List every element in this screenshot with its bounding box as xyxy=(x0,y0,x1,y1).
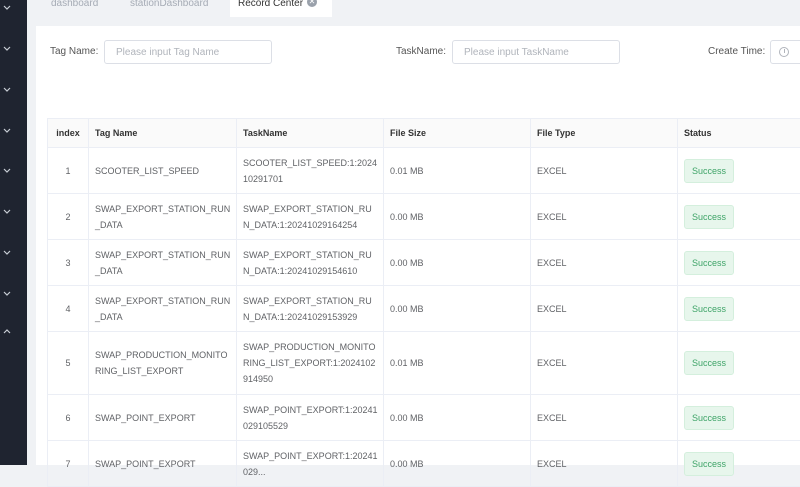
tab-station-dashboard[interactable]: stationDashboard xyxy=(122,0,216,17)
cell-status: Success xyxy=(678,332,800,395)
cell-index: 6 xyxy=(48,395,89,441)
cell-index: 1 xyxy=(48,148,89,194)
cell-file-type: EXCEL xyxy=(531,240,678,286)
task-name-label: TaskName: xyxy=(396,46,446,57)
cell-tag-name: SWAP_EXPORT_STATION_RUN _DATA xyxy=(89,240,237,286)
col-file-type-header: File Type xyxy=(531,119,678,148)
cell-index: 3 xyxy=(48,240,89,286)
cell-tag-name: SWAP_POINT_EXPORT xyxy=(89,395,237,441)
cell-index: 5 xyxy=(48,332,89,395)
cell-file-size: 0.01 MB xyxy=(384,332,531,395)
cell-file-size: 0.00 MB xyxy=(384,395,531,441)
cell-task-name: SWAP_EXPORT_STATION_RU N_DATA:1:20241029… xyxy=(237,194,384,240)
chevron-up-icon[interactable] xyxy=(2,326,12,336)
cell-file-type: EXCEL xyxy=(531,148,678,194)
cell-file-size: 0.00 MB xyxy=(384,441,531,487)
cell-file-type: EXCEL xyxy=(531,194,678,240)
table-row[interactable]: 4SWAP_EXPORT_STATION_RUN _DATASWAP_EXPOR… xyxy=(48,286,800,332)
tab-record-center[interactable]: Record Center ✕ xyxy=(230,0,332,17)
cell-file-size: 0.00 MB xyxy=(384,286,531,332)
status-badge: Success xyxy=(684,406,734,430)
cell-file-type: EXCEL xyxy=(531,332,678,395)
chevron-down-icon[interactable] xyxy=(2,126,12,136)
cell-file-size: 0.00 MB xyxy=(384,240,531,286)
table-row[interactable]: 6SWAP_POINT_EXPORTSWAP_POINT_EXPORT:1:20… xyxy=(48,395,800,441)
chevron-down-icon[interactable] xyxy=(2,85,12,95)
task-name-input[interactable] xyxy=(452,40,620,64)
cell-index: 4 xyxy=(48,286,89,332)
col-tag-name-header: Tag Name xyxy=(89,119,237,148)
cell-task-name: SWAP_POINT_EXPORT:1:20241 029... xyxy=(237,441,384,487)
chevron-down-icon[interactable] xyxy=(2,248,12,258)
cell-status: Success xyxy=(678,441,800,487)
cell-index: 7 xyxy=(48,441,89,487)
table-header-row: index Tag Name TaskName File Size File T… xyxy=(48,119,800,148)
cell-index: 2 xyxy=(48,194,89,240)
tag-name-label: Tag Name: xyxy=(50,46,98,57)
chevron-down-icon[interactable] xyxy=(2,289,12,299)
table-row[interactable]: 5SWAP_PRODUCTION_MONITO RING_LIST_EXPORT… xyxy=(48,332,800,395)
cell-task-name: SCOOTER_LIST_SPEED:1:2024 10291701 xyxy=(237,148,384,194)
record-center-panel: Tag Name: TaskName: Create Time: index T… xyxy=(36,26,800,465)
cell-file-size: 0.00 MB xyxy=(384,194,531,240)
status-badge: Success xyxy=(684,251,734,275)
col-index-header: index xyxy=(48,119,89,148)
status-badge: Success xyxy=(684,351,734,375)
tag-name-input[interactable] xyxy=(104,40,272,64)
col-file-size-header: File Size xyxy=(384,119,531,148)
cell-status: Success xyxy=(678,194,800,240)
chevron-down-icon[interactable] xyxy=(2,3,12,13)
sidebar xyxy=(0,0,27,465)
cell-file-type: EXCEL xyxy=(531,441,678,487)
cell-tag-name: SWAP_EXPORT_STATION_RUN _DATA xyxy=(89,194,237,240)
tab-dashboard[interactable]: dashboard xyxy=(43,0,106,17)
cell-tag-name: SWAP_EXPORT_STATION_RUN _DATA xyxy=(89,286,237,332)
create-time-picker[interactable] xyxy=(770,40,800,64)
table-row[interactable]: 7SWAP_POINT_EXPORTSWAP_POINT_EXPORT:1:20… xyxy=(48,441,800,487)
table-row[interactable]: 1SCOOTER_LIST_SPEEDSCOOTER_LIST_SPEED:1:… xyxy=(48,148,800,194)
close-icon[interactable]: ✕ xyxy=(307,0,317,7)
cell-file-type: EXCEL xyxy=(531,395,678,441)
cell-status: Success xyxy=(678,395,800,441)
clock-icon xyxy=(779,47,789,57)
tab-bar: dashboard stationDashboard Record Center… xyxy=(27,0,800,17)
col-status-header: Status xyxy=(678,119,800,148)
cell-tag-name: SWAP_POINT_EXPORT xyxy=(89,441,237,487)
cell-task-name: SWAP_EXPORT_STATION_RU N_DATA:1:20241029… xyxy=(237,286,384,332)
chevron-down-icon[interactable] xyxy=(2,44,12,54)
cell-tag-name: SWAP_PRODUCTION_MONITO RING_LIST_EXPORT xyxy=(89,332,237,395)
record-table: index Tag Name TaskName File Size File T… xyxy=(47,118,800,487)
cell-tag-name: SCOOTER_LIST_SPEED xyxy=(89,148,237,194)
table-row[interactable]: 2SWAP_EXPORT_STATION_RUN _DATASWAP_EXPOR… xyxy=(48,194,800,240)
cell-status: Success xyxy=(678,286,800,332)
create-time-label: Create Time: xyxy=(708,46,765,57)
cell-file-size: 0.01 MB xyxy=(384,148,531,194)
col-task-name-header: TaskName xyxy=(237,119,384,148)
cell-task-name: SWAP_POINT_EXPORT:1:20241 029105529 xyxy=(237,395,384,441)
status-badge: Success xyxy=(684,205,734,229)
cell-status: Success xyxy=(678,148,800,194)
cell-status: Success xyxy=(678,240,800,286)
status-badge: Success xyxy=(684,452,734,476)
status-badge: Success xyxy=(684,159,734,183)
cell-task-name: SWAP_PRODUCTION_MONITO RING_LIST_EXPORT:… xyxy=(237,332,384,395)
chevron-down-icon[interactable] xyxy=(2,166,12,176)
tab-record-center-label: Record Center xyxy=(238,0,303,9)
table-row[interactable]: 3SWAP_EXPORT_STATION_RUN _DATASWAP_EXPOR… xyxy=(48,240,800,286)
status-badge: Success xyxy=(684,297,734,321)
cell-file-type: EXCEL xyxy=(531,286,678,332)
chevron-down-icon[interactable] xyxy=(2,207,12,217)
cell-task-name: SWAP_EXPORT_STATION_RU N_DATA:1:20241029… xyxy=(237,240,384,286)
